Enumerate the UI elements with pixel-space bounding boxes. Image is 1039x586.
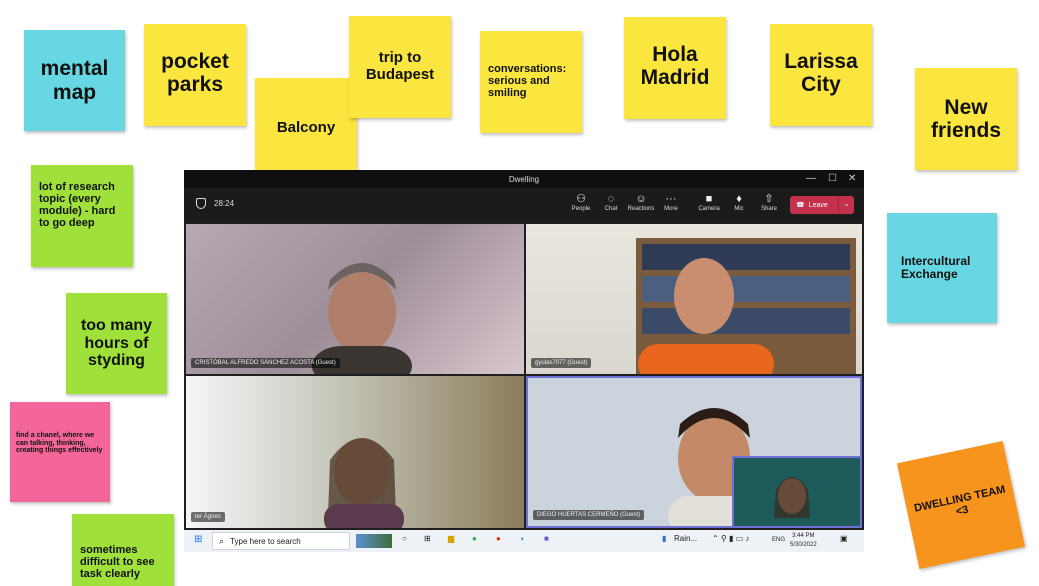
teams-window: Dwelling — ☐ ✕ 28:24 ⚇ People ◌ Chat ☺ Reac…	[184, 170, 864, 552]
note-text: trip to Budapest	[365, 49, 435, 83]
mic-label: Mic	[734, 206, 744, 212]
note-new-friends[interactable]: New friends	[915, 68, 1017, 170]
mic-icon: ♦	[736, 193, 742, 205]
timer-text: 28:24	[214, 199, 235, 208]
notification-icon[interactable]: ▣	[840, 534, 848, 543]
note-text: Larissa City	[784, 50, 858, 97]
language-indicator[interactable]: ENG	[772, 537, 785, 543]
note-balcony[interactable]: Balcony	[255, 78, 357, 179]
meeting-timer: 28:24	[196, 198, 234, 209]
note-text: DWELLING TEAM <3	[913, 483, 1007, 519]
note-pocket-parks[interactable]: pocket parks	[144, 24, 246, 126]
search-placeholder: Type here to search	[230, 536, 301, 546]
note-conversations[interactable]: conversations: serious and smiling	[480, 31, 582, 133]
participant-name: DIEGO HUERTAS CERMEÑO (Guest)	[533, 510, 645, 520]
taskbar-clock[interactable]: 3:44 PM 5/30/2022	[790, 532, 817, 550]
note-text: lot of research topic (every module) - h…	[39, 181, 116, 230]
task-view-icon[interactable]: ○	[402, 534, 407, 543]
video-tile-cristobal[interactable]: CRISTÓBAL ALFREDO SÁNCHEZ ACOSTA (Guest)	[186, 224, 524, 374]
note-intercultural[interactable]: Intercultural Exchange	[887, 213, 997, 323]
window-title: Dwelling	[508, 175, 540, 184]
self-view-thumbnail[interactable]	[732, 456, 860, 526]
people-label: People	[571, 206, 591, 212]
close-icon[interactable]: ✕	[848, 173, 856, 184]
participant-name: ter Ágnes	[191, 512, 225, 522]
people-button[interactable]: ⚇ People	[566, 192, 596, 218]
camera-button[interactable]: ■ Camera	[694, 192, 724, 218]
widgets-icon[interactable]: ⊞	[424, 534, 431, 543]
note-dwelling-team[interactable]: DWELLING TEAM <3	[896, 440, 1026, 570]
weather-text[interactable]: Rain...	[674, 534, 697, 543]
mic-button[interactable]: ♦ Mic	[724, 192, 754, 218]
note-larissa-city[interactable]: Larissa City	[770, 24, 872, 126]
clock-date: 5/30/2022	[790, 542, 817, 548]
participant-video	[312, 263, 412, 374]
participant-video	[636, 238, 856, 374]
share-label: Share	[760, 206, 777, 212]
chrome-icon[interactable]: ●	[472, 534, 477, 543]
video-tile-gyulas[interactable]: gyulas7077 (Guest)	[526, 224, 862, 374]
teams-icon[interactable]: ■	[544, 534, 549, 543]
self-view-video	[774, 477, 810, 518]
video-tile-diego[interactable]: DIEGO HUERTAS CERMEÑO (Guest)	[526, 376, 862, 528]
more-icon: ···	[665, 193, 677, 205]
search-icon: ⌕	[219, 535, 225, 546]
minimize-icon[interactable]: —	[806, 173, 816, 184]
note-hola-madrid[interactable]: Hola Madrid	[624, 17, 726, 119]
reactions-icon: ☺	[635, 193, 647, 205]
note-text: pocket parks	[161, 50, 229, 97]
participant-name: gyulas7077 (Guest)	[531, 358, 592, 368]
note-too-many-hours[interactable]: too many hours of styding	[66, 293, 167, 394]
tray-icons[interactable]: ⌃ ⚲ ▮ ▭ ♪	[712, 534, 749, 543]
phone-icon: ☎	[796, 202, 805, 209]
note-mental-map[interactable]: mental map	[24, 30, 125, 131]
note-text: too many hours of styding	[80, 317, 153, 370]
camera-label: Camera	[698, 206, 720, 212]
more-label: More	[664, 206, 678, 212]
windows-taskbar: ⊞ ⌕ Type here to search ○ ⊞ ▆ ● ● ◗ ■ ▮ …	[184, 530, 864, 552]
video-tile-agnes[interactable]: ter Ágnes	[186, 376, 524, 528]
edge-icon[interactable]: ◗	[520, 534, 525, 543]
reactions-label: Reactions	[627, 206, 655, 212]
note-research-topic[interactable]: lot of research topic (every module) - h…	[31, 165, 133, 267]
note-text: find a chanel, where we can talking, thi…	[16, 432, 103, 455]
note-text: conversations: serious and smiling	[488, 63, 567, 100]
file-explorer-icon[interactable]: ▆	[448, 534, 454, 543]
chat-button[interactable]: ◌ Chat	[596, 192, 626, 218]
people-icon: ⚇	[576, 193, 586, 205]
more-button[interactable]: ··· More	[656, 192, 686, 218]
weather-icon: ▮	[662, 534, 667, 543]
taskbar-search[interactable]: ⌕ Type here to search	[212, 532, 350, 550]
note-find-channel[interactable]: find a chanel, where we can talking, thi…	[10, 402, 110, 502]
camera-icon: ■	[705, 193, 713, 205]
share-button[interactable]: ⇧ Share	[754, 192, 784, 218]
leave-label: Leave	[808, 201, 828, 209]
maximize-icon[interactable]: ☐	[828, 173, 837, 184]
participant-video	[324, 438, 404, 528]
window-titlebar: Dwelling — ☐ ✕	[184, 170, 864, 188]
leave-button[interactable]: ☎ Leave ⌄	[790, 196, 854, 214]
taskbar-weather-widget[interactable]	[356, 534, 392, 548]
windows-start-icon[interactable]: ⊞	[194, 534, 202, 545]
note-sometimes[interactable]: sometimes difficult to see task clearly	[72, 514, 174, 586]
chat-icon: ◌	[607, 193, 615, 205]
powerpoint-icon[interactable]: ●	[496, 534, 501, 543]
note-text: mental map	[40, 57, 109, 104]
note-text: Intercultural Exchange	[901, 254, 971, 282]
chevron-down-icon[interactable]: ⌄	[838, 196, 854, 214]
note-text: New friends	[930, 95, 1001, 142]
note-trip-budapest[interactable]: trip to Budapest	[349, 16, 451, 118]
chat-label: Chat	[604, 206, 618, 212]
participant-name: CRISTÓBAL ALFREDO SÁNCHEZ ACOSTA (Guest)	[191, 358, 340, 368]
reactions-button[interactable]: ☺ Reactions	[626, 192, 656, 218]
clock-time: 3:44 PM	[792, 533, 815, 539]
note-text: Hola Madrid	[640, 43, 710, 90]
note-text: Balcony	[276, 119, 336, 137]
share-icon: ⇧	[764, 193, 774, 205]
shield-icon	[196, 198, 206, 209]
meeting-toolbar: 28:24 ⚇ People ◌ Chat ☺ Reactions ··· More ■…	[184, 188, 864, 222]
note-text: sometimes difficult to see task clearly	[80, 544, 155, 581]
